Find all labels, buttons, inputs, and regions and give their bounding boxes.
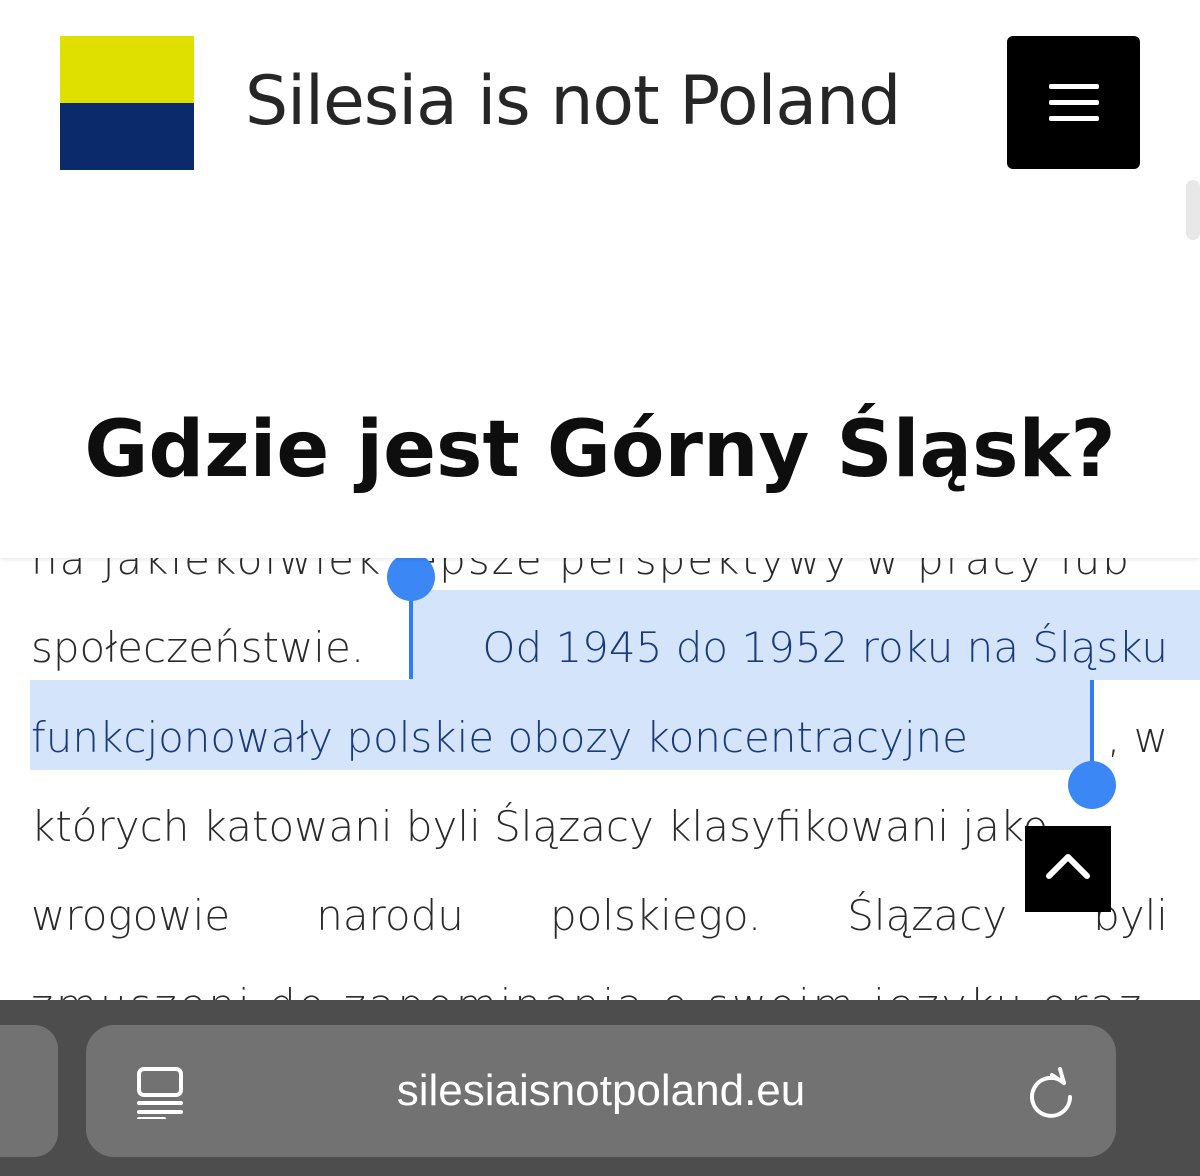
flag-yellow-stripe xyxy=(60,36,194,103)
article-text: których katowani byli Ślązacy klasyfikow… xyxy=(31,802,1049,851)
article-text: społeczeństwie. xyxy=(31,623,365,672)
chevron-up-icon xyxy=(1046,854,1090,879)
article-line: zmuszeni do zapominania o swoim języku o… xyxy=(31,960,1168,1000)
article-word: wrogowie xyxy=(31,891,231,940)
article-word: polskiego. xyxy=(549,891,762,940)
silesian-flag-logo[interactable] xyxy=(60,36,194,170)
selected-text[interactable]: funkcjonowały polskie obozy koncentracyj… xyxy=(31,693,968,783)
back-to-top-button[interactable] xyxy=(1025,826,1111,912)
article-line: których katowani byli Ślązacy klasyfikow… xyxy=(31,782,1168,872)
menu-button[interactable] xyxy=(1007,36,1140,169)
url-text[interactable]: silesiaisnotpoland.eu xyxy=(86,1025,1116,1157)
address-bar[interactable]: silesiaisnotpoland.eu xyxy=(86,1025,1116,1157)
article-word: narodu xyxy=(316,891,464,940)
reload-icon[interactable] xyxy=(1026,1065,1076,1119)
browser-toolbar: silesiaisnotpoland.eu xyxy=(0,1000,1200,1176)
article-text: , w xyxy=(1106,713,1168,762)
article-word: Ślązacy xyxy=(847,891,1008,940)
article-line: funkcjonowały polskie obozy koncentracyj… xyxy=(31,693,1168,783)
selection-end-handle-knob[interactable] xyxy=(1068,761,1116,809)
scrollbar[interactable] xyxy=(1186,180,1200,240)
site-title[interactable]: Silesia is not Poland xyxy=(245,62,901,141)
page-title: Gdzie jest Górny Śląsk? xyxy=(84,405,1116,495)
article-line: społeczeństwie. Od 1945 do 1952 roku na … xyxy=(31,603,1168,693)
flag-blue-stripe xyxy=(60,103,194,170)
article-line: wrogowie narodu polskiego. Ślązacy byli xyxy=(31,871,1168,961)
previous-tab-preview[interactable] xyxy=(0,1025,58,1157)
article-text: zmuszeni do zapominania o swoim języku o… xyxy=(31,960,1144,1000)
site-header: Silesia is not Poland Gdzie jest Górny Ś… xyxy=(0,0,1200,558)
selection-start-handle-knob[interactable] xyxy=(387,553,435,601)
selected-text[interactable]: Od 1945 do 1952 roku na Śląsku xyxy=(482,603,1168,693)
